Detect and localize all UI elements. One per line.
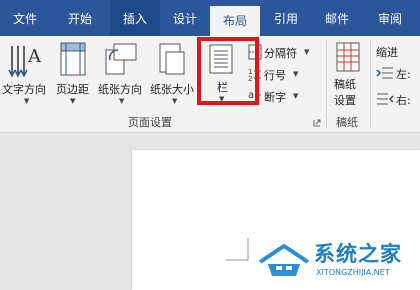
chevron-down-icon: ▼ [119, 97, 125, 105]
manuscript-group-label: 稿纸 [336, 116, 358, 129]
indent-left-label: 左: [396, 68, 411, 81]
text-direction-label: 文字方向 [2, 83, 46, 96]
line-numbers-label: 行号 [264, 69, 286, 82]
tab-layout[interactable]: 布局 [210, 6, 260, 36]
tab-design[interactable]: 设计 [160, 0, 210, 36]
margins-label: 页边距 [56, 83, 89, 96]
page-setup-group-label: 页面设置 [128, 116, 172, 129]
watermark-subtitle: XITONGZHIJIA.NET [316, 268, 390, 277]
orientation-icon [105, 43, 137, 75]
house-logo-icon [258, 244, 310, 276]
hyphenation-label: 断字 [264, 91, 286, 104]
manuscript-icon [336, 42, 360, 72]
paper-size-icon [159, 43, 185, 75]
dialog-launcher-icon[interactable] [313, 119, 321, 127]
indent-left-icon [376, 67, 393, 79]
tab-review[interactable]: 审阅 [364, 0, 416, 36]
size-label: 纸张大小 [150, 83, 194, 96]
ribbon-tab-bar: 文件 开始 插入 设计 布局 引用 邮件 审阅 [0, 0, 420, 36]
chevron-down-icon: ▼ [293, 70, 299, 78]
tab-file[interactable]: 文件 [0, 0, 50, 36]
text-direction-icon: A [8, 46, 42, 78]
highlight-box [197, 37, 259, 105]
orientation-label: 纸张方向 [98, 83, 142, 96]
tab-insert[interactable]: 插入 [110, 0, 160, 36]
tab-mailings[interactable]: 邮件 [312, 0, 362, 36]
chevron-down-icon: ▼ [172, 97, 178, 105]
indent-right-label: 右: [396, 94, 411, 107]
group-divider [370, 40, 371, 128]
indent-right-icon [377, 93, 394, 105]
group-divider [326, 40, 327, 128]
watermark-logo: 系统之家 XITONGZHIJIA.NET [258, 236, 418, 286]
chevron-down-icon: ▼ [293, 92, 299, 100]
tab-references[interactable]: 引用 [262, 0, 310, 36]
chevron-down-icon: ▼ [304, 48, 310, 56]
svg-text:A: A [27, 46, 42, 67]
watermark-title: 系统之家 [314, 242, 402, 266]
indent-label: 缩进 [376, 46, 398, 59]
margin-corner-mark [226, 238, 249, 261]
margins-icon [60, 42, 86, 76]
manuscript-settings-label: 稿纸 设置 [334, 78, 356, 107]
tab-home[interactable]: 开始 [54, 0, 106, 36]
chevron-down-icon: ▼ [70, 97, 76, 105]
chevron-down-icon: ▼ [24, 97, 30, 105]
breaks-label: 分隔符 [264, 47, 297, 60]
